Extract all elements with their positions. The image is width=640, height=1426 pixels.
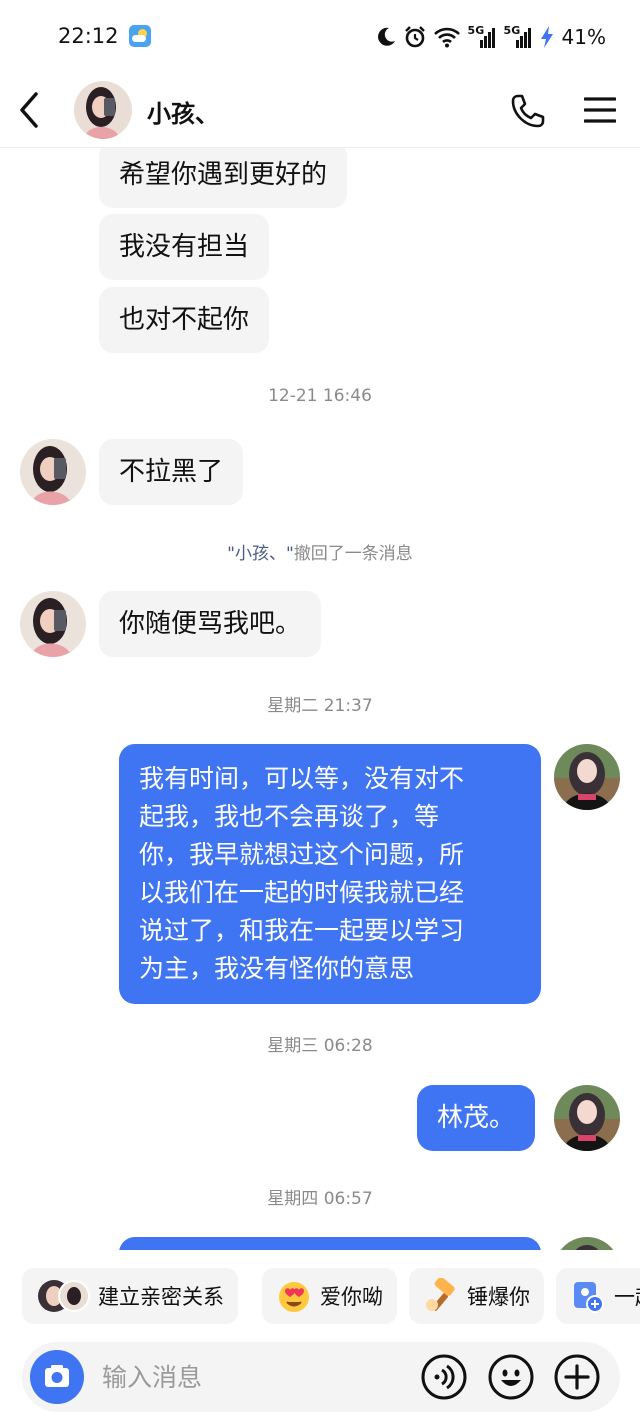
message-line: 为主，我没有怪你的意思 xyxy=(139,954,415,983)
weather-icon xyxy=(129,25,151,47)
my-avatar[interactable] xyxy=(554,1237,620,1250)
outgoing-message-bubble[interactable]: 林茂。 xyxy=(417,1085,536,1151)
outgoing-message-bubble[interactable] xyxy=(119,1237,541,1250)
menu-icon[interactable] xyxy=(584,96,616,124)
message-input-bar xyxy=(0,1342,640,1426)
contact-avatar[interactable] xyxy=(20,439,86,505)
message-line: 说过了，和我在一起要以学习 xyxy=(139,916,465,945)
signal-5g-icon: 5G xyxy=(468,25,496,48)
charging-bolt-icon xyxy=(540,26,553,48)
timestamp: 12-21 16:46 xyxy=(268,386,372,406)
outgoing-message-bubble[interactable]: 我有时间，可以等，没有对不 起我，我也不会再谈了，等 你，我早就想过这个问题，所… xyxy=(119,744,541,1004)
back-icon[interactable] xyxy=(16,90,44,130)
contact-avatar[interactable] xyxy=(74,81,132,139)
wifi-icon xyxy=(433,27,460,48)
quick-actions-bar: 建立亲密关系 爱你呦 锤爆你 一起 xyxy=(0,1250,640,1342)
message-list[interactable]: 希望你遇到更好的 我没有担当 也对不起你 12-21 16:46 不拉黑了 "小… xyxy=(0,148,640,1250)
message-line: 以我们在一起的时候我就已经 xyxy=(139,878,465,907)
incoming-message-bubble[interactable]: 也对不起你 xyxy=(99,287,270,353)
battery-percent: 41% xyxy=(561,25,606,49)
quick-action-intimate-relation[interactable]: 建立亲密关系 xyxy=(22,1268,238,1324)
voice-icon[interactable] xyxy=(420,1353,468,1401)
moon-icon xyxy=(377,27,395,46)
incoming-message-bubble[interactable]: 你随便骂我吧。 xyxy=(99,591,322,657)
quick-action-label: 锤爆你 xyxy=(467,1285,530,1309)
add-icon[interactable] xyxy=(553,1353,601,1401)
timestamp: 星期二 21:37 xyxy=(267,696,373,716)
timestamp: 星期三 06:28 xyxy=(267,1036,373,1056)
heart-eyes-emoji-icon xyxy=(279,1282,309,1312)
status-bar: 22:12 5G 5G 41% xyxy=(0,0,640,72)
message-line: 你，我早就想过这个问题，所 xyxy=(139,840,465,869)
incoming-message-bubble[interactable]: 不拉黑了 xyxy=(99,439,244,505)
timestamp: 星期四 06:57 xyxy=(267,1189,373,1209)
profile-card-icon xyxy=(574,1282,604,1313)
quick-action-label: 爱你呦 xyxy=(320,1285,383,1309)
signal-5g-icon: 5G xyxy=(504,25,532,48)
chat-header: 小孩、 xyxy=(0,72,640,148)
message-input[interactable] xyxy=(102,1354,402,1400)
camera-icon xyxy=(45,1365,69,1387)
emoji-icon[interactable] xyxy=(487,1353,535,1401)
quick-action-label: 一起 xyxy=(614,1285,640,1309)
message-line: 我有时间，可以等，没有对不 xyxy=(139,764,465,793)
input-shell xyxy=(22,1342,620,1412)
incoming-message-bubble[interactable]: 希望你遇到更好的 xyxy=(99,148,348,208)
contact-avatar[interactable] xyxy=(20,591,86,657)
recall-text: 撤回了一条消息 xyxy=(293,544,413,564)
couple-avatar-icon xyxy=(38,1280,90,1312)
quick-action-love-you[interactable]: 爱你呦 xyxy=(262,1268,397,1324)
quick-action-label: 建立亲密关系 xyxy=(98,1285,224,1309)
camera-button[interactable] xyxy=(30,1350,84,1404)
status-icons: 5G 5G 41% xyxy=(376,24,606,50)
quick-action-together[interactable]: 一起 xyxy=(556,1268,640,1324)
status-time: 22:12 xyxy=(58,24,119,48)
phone-icon[interactable] xyxy=(510,93,546,129)
my-avatar[interactable] xyxy=(554,744,620,810)
quick-action-hammer[interactable]: 锤爆你 xyxy=(409,1268,544,1324)
hammer-icon xyxy=(426,1278,455,1311)
incoming-message-bubble[interactable]: 我没有担当 xyxy=(99,214,270,280)
message-line: 起我，我也不会再谈了，等 xyxy=(139,802,440,831)
recall-sender[interactable]: "小孩、" xyxy=(227,544,294,564)
recall-notice: "小孩、"撤回了一条消息 xyxy=(0,539,640,564)
alarm-icon xyxy=(404,26,425,48)
contact-name: 小孩、 xyxy=(147,100,219,128)
my-avatar[interactable] xyxy=(554,1085,620,1151)
